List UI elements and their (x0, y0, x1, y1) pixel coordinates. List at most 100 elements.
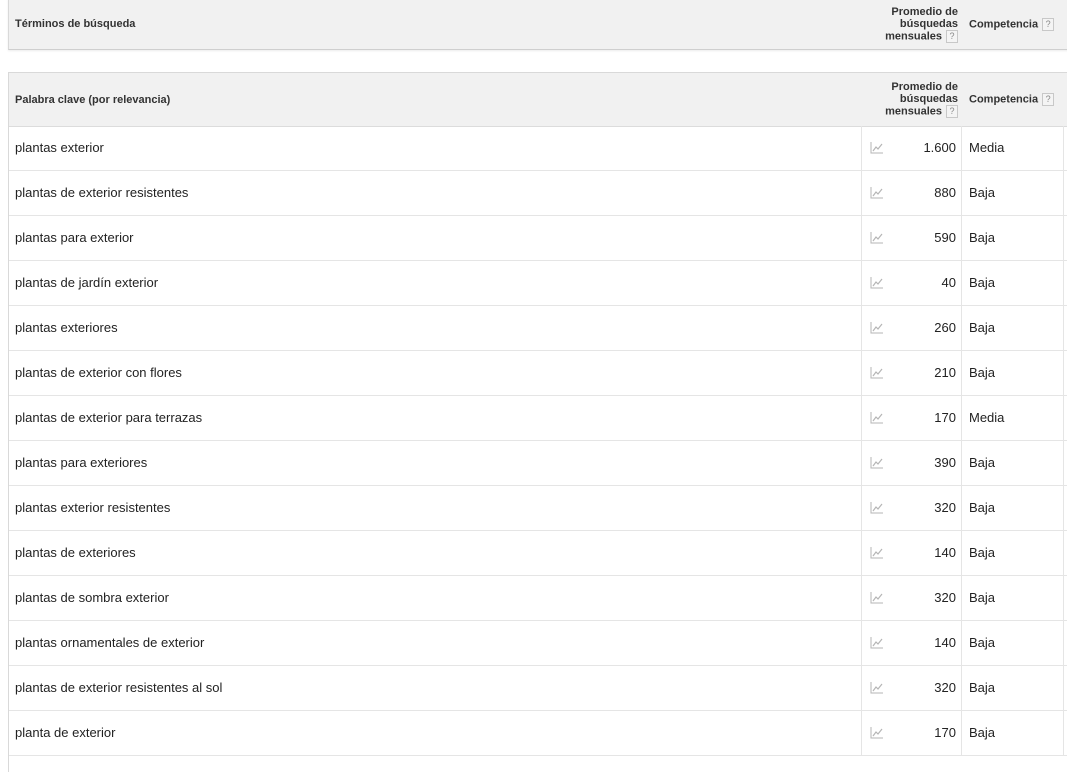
column-divider (1063, 126, 1064, 170)
search-terms-header: Términos de búsqueda Promedio de búsqued… (9, 0, 1067, 49)
keyword-row[interactable]: plantas para exteriores 390 Baja (9, 441, 1067, 486)
column-divider (861, 396, 862, 440)
competition-value: Baja (969, 320, 996, 335)
avg-monthly-searches-value: 260 (934, 320, 956, 335)
keyword-row[interactable]: plantas para exterior 590 Baja (9, 216, 1067, 261)
competition-value: Media (969, 410, 1005, 425)
competition-value: Baja (969, 275, 996, 290)
avg-monthly-searches-header[interactable]: Promedio de búsquedas mensuales? (869, 81, 958, 118)
avg-monthly-searches-value: 170 (934, 410, 956, 425)
keyword-list: plantas exterior 1.600 Media plantas de … (9, 126, 1067, 756)
column-divider (961, 216, 962, 260)
column-divider (1063, 396, 1064, 440)
competition-value: Baja (969, 635, 996, 650)
keyword-text: plantas de exterior para terrazas (15, 410, 203, 425)
column-divider (961, 441, 962, 485)
column-divider (861, 576, 862, 620)
keyword-row[interactable]: plantas de exterior resistentes al sol 3… (9, 666, 1067, 711)
column-divider (961, 351, 962, 395)
help-icon[interactable]: ? (1042, 18, 1055, 31)
help-icon[interactable]: ? (946, 30, 958, 43)
line-chart-icon[interactable] (870, 411, 884, 424)
column-divider (861, 441, 862, 485)
avg-header-line-2: búsquedas (899, 93, 958, 105)
keyword-row[interactable]: plantas ornamentales de exterior 140 Baj… (9, 621, 1067, 666)
search-terms-header-label[interactable]: Términos de búsqueda (15, 18, 135, 30)
keyword-row[interactable]: plantas de exteriores 140 Baja (9, 531, 1067, 576)
column-divider (1063, 261, 1064, 305)
line-chart-icon[interactable] (870, 636, 884, 649)
column-divider (861, 261, 862, 305)
line-chart-icon[interactable] (870, 231, 884, 244)
column-divider (861, 306, 862, 350)
line-chart-icon[interactable] (870, 366, 884, 379)
keyword-row[interactable]: plantas de exterior resistentes 880 Baja (9, 171, 1067, 216)
line-chart-icon[interactable] (870, 186, 884, 199)
avg-monthly-searches-value: 880 (934, 185, 956, 200)
column-divider (861, 666, 862, 710)
line-chart-icon[interactable] (870, 321, 884, 334)
keyword-row[interactable]: plantas exterior resistentes 320 Baja (9, 486, 1067, 531)
line-chart-icon[interactable] (870, 591, 884, 604)
keyword-text: plantas de jardín exterior (15, 275, 159, 290)
column-divider (861, 486, 862, 530)
line-chart-icon[interactable] (870, 546, 884, 559)
keyword-row[interactable]: plantas exteriores 260 Baja (9, 306, 1067, 351)
competition-value: Baja (969, 230, 996, 245)
keyword-header-label[interactable]: Palabra clave (por relevancia) (15, 94, 170, 106)
keyword-row[interactable]: plantas de sombra exterior 320 Baja (9, 576, 1067, 621)
avg-monthly-searches-value: 320 (934, 500, 956, 515)
column-divider (1063, 621, 1064, 665)
avg-monthly-searches-value: 210 (934, 365, 956, 380)
avg-monthly-searches-header[interactable]: Promedio de búsquedas mensuales? (869, 6, 958, 43)
keyword-row[interactable]: plantas de exterior con flores 210 Baja (9, 351, 1067, 396)
keyword-row[interactable]: plantas exterior 1.600 Media (9, 126, 1067, 171)
avg-monthly-searches-value: 1.600 (923, 140, 956, 155)
keyword-row[interactable]: plantas de exterior para terrazas 170 Me… (9, 396, 1067, 441)
keyword-row[interactable]: plantas de jardín exterior 40 Baja (9, 261, 1067, 306)
competition-value: Baja (969, 365, 996, 380)
line-chart-icon[interactable] (870, 726, 884, 739)
avg-header-line-3-text: mensuales (885, 105, 942, 118)
competition-header-label: Competencia (969, 93, 1039, 106)
line-chart-icon[interactable] (870, 141, 884, 154)
competition-header[interactable]: Competencia? (969, 93, 1055, 106)
column-divider (1063, 666, 1064, 710)
keyword-text: plantas de exterior resistentes (15, 185, 189, 200)
help-icon[interactable]: ? (1042, 93, 1055, 106)
column-divider (1063, 576, 1064, 620)
avg-header-line-1: Promedio de (891, 81, 958, 93)
column-divider (961, 126, 962, 170)
search-terms-panel: Términos de búsqueda Promedio de búsqued… (8, 0, 1067, 50)
keyword-ideas-header: Palabra clave (por relevancia) Promedio … (9, 73, 1067, 127)
column-divider (1063, 711, 1064, 755)
line-chart-icon[interactable] (870, 681, 884, 694)
avg-header-line-2: búsquedas (899, 18, 958, 30)
column-divider (961, 621, 962, 665)
keyword-text: plantas de exterior resistentes al sol (15, 680, 223, 695)
competition-value: Media (969, 140, 1005, 155)
avg-header-line-3: mensuales? (869, 30, 958, 43)
line-chart-icon[interactable] (870, 276, 884, 289)
keyword-row[interactable]: planta de exterior 170 Baja (9, 711, 1067, 756)
competition-value: Baja (969, 680, 996, 695)
avg-monthly-searches-value: 140 (934, 635, 956, 650)
competition-header[interactable]: Competencia? (969, 18, 1055, 31)
keyword-text: plantas de exteriores (15, 545, 136, 560)
help-icon[interactable]: ? (946, 105, 958, 118)
line-chart-icon[interactable] (870, 456, 884, 469)
column-divider (1063, 441, 1064, 485)
column-divider (961, 171, 962, 215)
avg-monthly-searches-value: 320 (934, 590, 956, 605)
keyword-text: plantas para exteriores (15, 455, 148, 470)
keyword-text: plantas exteriores (15, 320, 118, 335)
competition-value: Baja (969, 185, 996, 200)
column-divider (961, 261, 962, 305)
competition-value: Baja (969, 545, 996, 560)
column-divider (861, 351, 862, 395)
column-divider (1063, 216, 1064, 260)
line-chart-icon[interactable] (870, 501, 884, 514)
keyword-header-row: Palabra clave (por relevancia) Promedio … (9, 73, 1067, 126)
keyword-text: plantas para exterior (15, 230, 134, 245)
avg-monthly-searches-value: 590 (934, 230, 956, 245)
